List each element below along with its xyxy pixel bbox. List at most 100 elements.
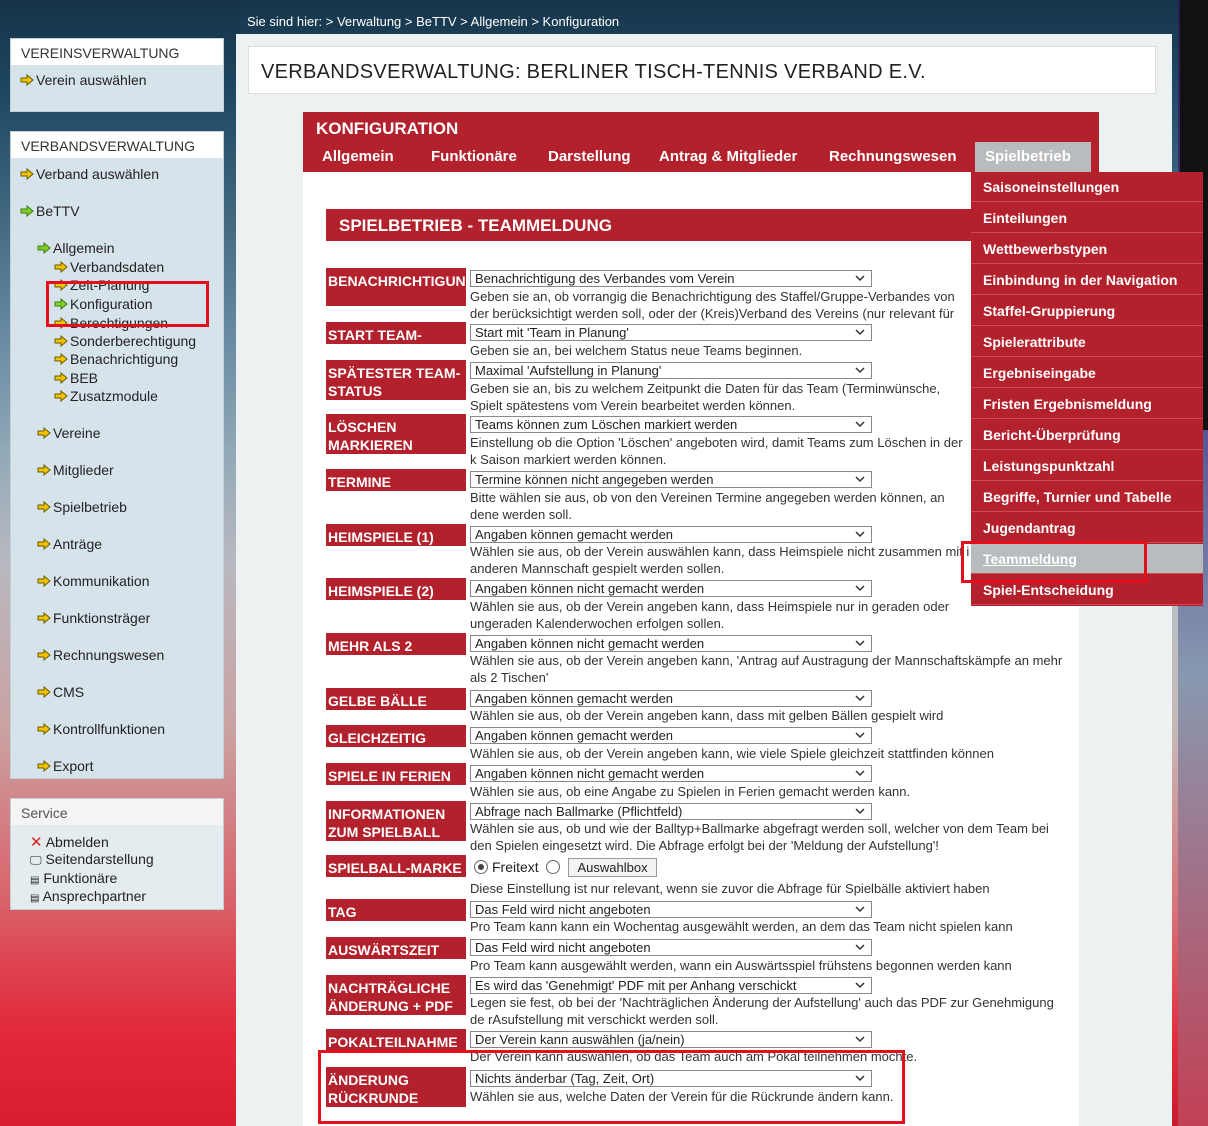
sidebar-item-benachrichtigung[interactable]: Benachrichtigung <box>54 351 178 367</box>
spielball-marke-radios: Freitext Auswahlbox <box>474 858 657 877</box>
label-tag-ausschliessen: TAG AUSSCHLIESSEN <box>326 899 466 938</box>
select-spaetester-team-status[interactable]: Maximal 'Aufstellung in Planung' <box>470 362 872 379</box>
menu-item-staffel-gruppierung[interactable]: Staffel-Gruppierung <box>971 296 1203 326</box>
chevron-down-icon <box>855 982 865 989</box>
label-heimspiele-2: HEIMSPIELE (2) <box>326 578 466 600</box>
select-start-team-status[interactable]: Start mit 'Team in Planung' <box>470 324 872 341</box>
select-spiele-in-ferien[interactable]: Angaben können nicht gemacht werden <box>470 765 872 782</box>
desc-auswaertszeit: Pro Team kann ausgewählt werden, wann ei… <box>470 958 1012 973</box>
select-pokalteilnahme[interactable]: Der Verein kann auswählen (ja/nein) <box>470 1031 872 1048</box>
sidebar-item-vereine[interactable]: Vereine <box>37 425 100 441</box>
auswahlbox-button[interactable]: Auswahlbox <box>568 858 657 877</box>
chevron-down-icon <box>855 732 865 739</box>
select-auswaertszeit[interactable]: Das Feld wird nicht angeboten <box>470 939 872 956</box>
desc-nachtraegliche-aenderung: Legen sie fest, ob bei der 'Nachträglich… <box>470 995 1054 1027</box>
desc-termine: Bitte wählen sie aus, ob von den Vereine… <box>470 490 945 522</box>
sidebar-item-bettv[interactable]: BeTTV <box>20 203 80 219</box>
sidebar-item-funktionstraeger[interactable]: Funktionsträger <box>37 610 150 626</box>
sidebar-item-kommunikation[interactable]: Kommunikation <box>37 573 150 589</box>
sidebar-item-allgemein[interactable]: Allgemein <box>37 240 114 256</box>
desc-spiele-in-ferien: Wählen sie aus, ob eine Angabe zu Spiele… <box>470 784 911 799</box>
desc-informationen-spielball: Wählen sie aus, ob und wie der Balltyp+B… <box>470 821 1049 853</box>
sidebar-item-antraege[interactable]: Anträge <box>37 536 102 552</box>
select-gleichzeitig[interactable]: Angaben können gemacht werden <box>470 727 872 744</box>
select-informationen-spielball[interactable]: Abfrage nach Ballmarke (Pflichtfeld) <box>470 803 872 820</box>
sidebar-item-cms[interactable]: CMS <box>37 684 84 700</box>
arrow-right-icon <box>37 575 51 587</box>
desc-heimspiele-1: Wählen sie aus, ob der Verein auswählen … <box>470 544 970 576</box>
card-icon: ▤ <box>30 875 40 886</box>
menu-item-einteilungen[interactable]: Einteilungen <box>971 203 1203 233</box>
tab-darstellung[interactable]: Darstellung <box>538 142 641 172</box>
select-mehr-als-2-tischen[interactable]: Angaben können nicht gemacht werden <box>470 635 872 652</box>
arrow-right-icon <box>20 205 34 217</box>
chevron-down-icon <box>855 367 865 374</box>
label-pokalteilnahme: POKALTEILNAHME <box>326 1029 466 1051</box>
chevron-down-icon <box>855 640 865 647</box>
radio-freitext[interactable] <box>474 860 488 874</box>
arrow-right-icon <box>54 390 68 402</box>
tab-funktionaere[interactable]: Funktionäre <box>421 142 527 172</box>
tab-rechnungswesen[interactable]: Rechnungswesen <box>819 142 967 172</box>
chevron-down-icon <box>855 906 865 913</box>
radio-auswahlbox[interactable] <box>546 860 561 874</box>
arrow-right-icon <box>37 723 51 735</box>
tab-allgemein[interactable]: Allgemein <box>312 142 404 172</box>
desc-spaetester-team-status: Geben sie an, bis zu welchem Zeitpunkt d… <box>470 381 941 413</box>
sidebar-item-verbandsdaten[interactable]: Verbandsdaten <box>54 259 164 275</box>
menu-item-wettbewerbstypen[interactable]: Wettbewerbstypen <box>971 234 1203 264</box>
arrow-right-icon <box>54 372 68 384</box>
select-gelbe-baelle[interactable]: Angaben können gemacht werden <box>470 690 872 707</box>
sidebar-item-verein-auswaehlen[interactable]: Verein auswählen <box>20 72 147 88</box>
chevron-down-icon <box>855 421 865 428</box>
label-spiele-in-ferien: SPIELE IN FERIEN <box>326 763 466 785</box>
monitor-icon: 🖵 <box>30 853 42 867</box>
select-loeschen-markieren[interactable]: Teams können zum Löschen markiert werden <box>470 416 872 433</box>
menu-item-leistungspunktzahl[interactable]: Leistungspunktzahl <box>971 451 1203 481</box>
sidebar-item-ansprechpartner[interactable]: ▤ Ansprechpartner <box>30 888 146 904</box>
sidebar-verbandsverwaltung: VERBANDSVERWALTUNG <box>10 131 224 779</box>
arrow-right-icon <box>37 501 51 513</box>
sidebar-item-funktionaere[interactable]: ▤ Funktionäre <box>30 870 117 886</box>
chevron-down-icon <box>855 329 865 336</box>
menu-item-bericht-ueberpruefung[interactable]: Bericht-Überprüfung <box>971 420 1203 450</box>
desc-tag-ausschliessen: Pro Team kann kann ein Wochentag ausgewä… <box>470 919 1013 934</box>
chevron-down-icon <box>855 770 865 777</box>
select-benachrichtigung[interactable]: Benachrichtigung des Verbandes vom Verei… <box>470 270 872 287</box>
arrow-right-icon <box>54 335 68 347</box>
menu-item-jugendantrag[interactable]: Jugendantrag <box>971 513 1203 543</box>
label-termine: TERMINE <box>326 469 466 491</box>
label-mehr-als-2-tischen: MEHR ALS 2 TISCHEN <box>326 633 466 672</box>
highlight-box-teammeldung <box>961 541 1147 583</box>
sidebar-item-sonderberechtigung[interactable]: Sonderberechtigung <box>54 333 196 349</box>
label-benachrichtigung: BENACHRICHTIGUNG <box>326 268 477 306</box>
sidebar-item-zusatzmodule[interactable]: Zusatzmodule <box>54 388 158 404</box>
select-termine[interactable]: Termine können nicht angegeben werden <box>470 471 872 488</box>
select-nachtraegliche-aenderung[interactable]: Es wird das 'Genehmigt' PDF mit per Anha… <box>470 977 872 994</box>
menu-item-begriffe-turnier-tabelle[interactable]: Begriffe, Turnier und Tabelle <box>971 482 1203 512</box>
sidebar-item-verband-auswaehlen[interactable]: Verband auswählen <box>20 166 159 182</box>
label-auswaertszeit: AUSWÄRTSZEIT <box>326 937 466 959</box>
tab-antrag-mitglieder[interactable]: Antrag & Mitglieder <box>649 142 807 172</box>
chevron-down-icon <box>855 944 865 951</box>
sidebar-item-spielbetrieb[interactable]: Spielbetrieb <box>37 499 127 515</box>
desc-heimspiele-2: Wählen sie aus, ob der Verein angeben ka… <box>470 599 950 631</box>
sidebar-item-kontrollfunktionen[interactable]: Kontrollfunktionen <box>37 721 165 737</box>
sidebar-item-seitendarstellung[interactable]: 🖵 Seitendarstellung <box>30 851 154 868</box>
sidebar-item-beb[interactable]: BEB <box>54 370 98 386</box>
menu-item-spielerattribute[interactable]: Spielerattribute <box>971 327 1203 357</box>
menu-item-saisoneinstellungen[interactable]: Saisoneinstellungen <box>971 172 1203 202</box>
select-tag-ausschliessen[interactable]: Das Feld wird nicht angeboten <box>470 901 872 918</box>
sidebar-item-export[interactable]: Export <box>37 758 93 774</box>
menu-item-einbindung-navigation[interactable]: Einbindung in der Navigation <box>971 265 1203 295</box>
tab-spielbetrieb[interactable]: Spielbetrieb <box>975 142 1091 172</box>
chevron-down-icon <box>855 1036 865 1043</box>
select-heimspiele-1[interactable]: Angaben können gemacht werden <box>470 526 872 543</box>
sidebar-item-rechnungswesen[interactable]: Rechnungswesen <box>37 647 164 663</box>
select-heimspiele-2[interactable]: Angaben können nicht gemacht werden <box>470 580 872 597</box>
chevron-down-icon <box>855 531 865 538</box>
menu-item-ergebniseingabe[interactable]: Ergebniseingabe <box>971 358 1203 388</box>
sidebar-item-abmelden[interactable]: ✕ Abmelden <box>30 833 109 851</box>
sidebar-item-mitglieder[interactable]: Mitglieder <box>37 462 114 478</box>
menu-item-fristen-ergebnismeldung[interactable]: Fristen Ergebnismeldung <box>971 389 1203 419</box>
